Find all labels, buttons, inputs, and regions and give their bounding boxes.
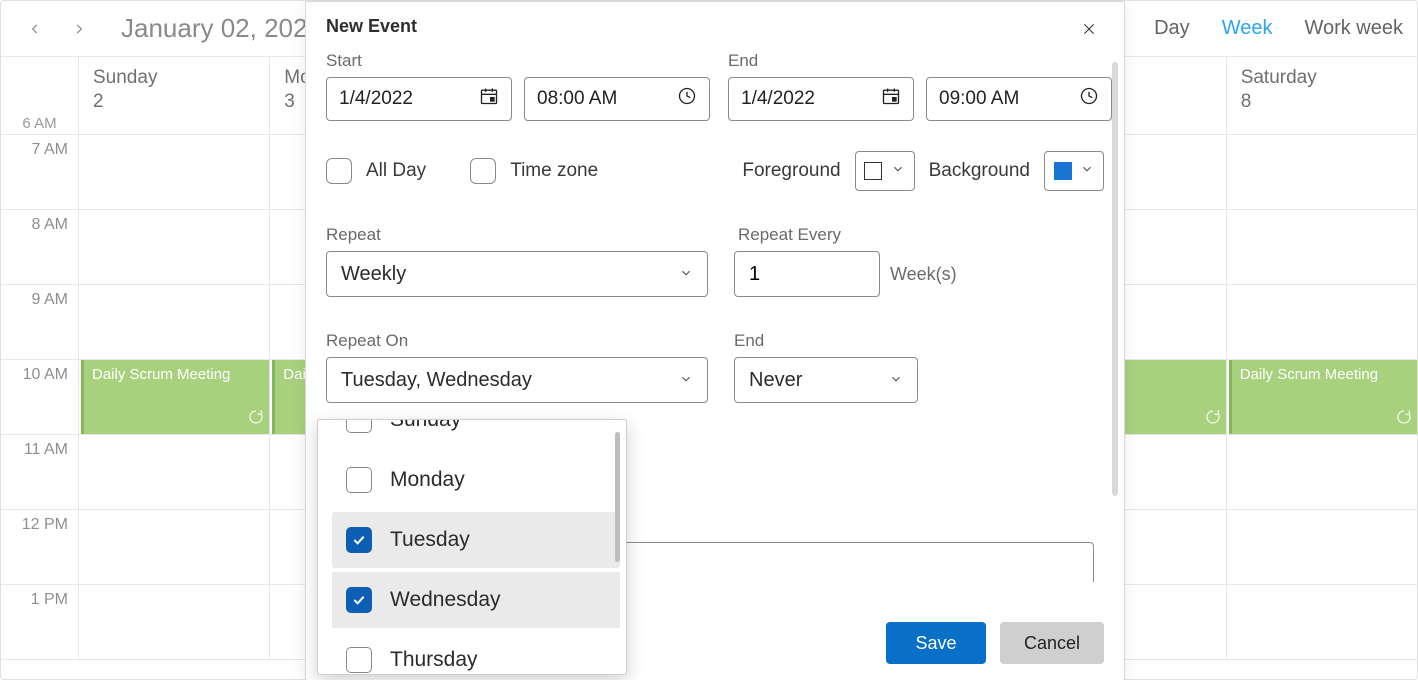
repeat-on-dropdown-panel: Sunday Monday Tuesday Wednesday Thursday	[317, 419, 627, 675]
clock-icon	[1079, 86, 1099, 112]
chevron-down-icon	[679, 263, 693, 286]
modal-scrollbar[interactable]	[1112, 62, 1118, 496]
calendar-icon	[881, 86, 901, 112]
checkbox-checked-icon	[346, 587, 372, 613]
checkbox-icon	[346, 467, 372, 493]
dd-option-monday[interactable]: Monday	[332, 452, 620, 508]
repeat-select[interactable]: Weekly	[326, 251, 708, 297]
repeat-on-label: Repeat On	[326, 331, 708, 351]
dd-option-tuesday[interactable]: Tuesday	[332, 512, 620, 568]
dd-option-thursday[interactable]: Thursday	[332, 632, 620, 675]
repeat-every-label: Repeat Every	[738, 225, 957, 245]
start-time-input[interactable]: 08:00 AM	[524, 77, 710, 121]
repeat-unit-label: Week(s)	[890, 264, 957, 285]
end-option-select[interactable]: Never	[734, 357, 918, 403]
modal-title: New Event	[326, 16, 1104, 37]
start-label: Start	[326, 51, 710, 71]
end-time-input[interactable]: 09:00 AM	[926, 77, 1112, 121]
dd-option-sunday[interactable]: Sunday	[332, 419, 620, 448]
dropdown-scrollbar[interactable]	[615, 432, 620, 562]
end-opt-label: End	[734, 331, 918, 351]
repeat-label: Repeat	[326, 225, 708, 245]
checkbox-icon	[470, 158, 496, 184]
chevron-down-icon	[1080, 160, 1094, 182]
start-date-input[interactable]: 1/4/2022	[326, 77, 512, 121]
calendar-app: January 02, 2022 – January 08, 2022 Mont…	[0, 0, 1418, 680]
dd-option-wednesday[interactable]: Wednesday	[332, 572, 620, 628]
close-icon	[1081, 21, 1097, 37]
checkbox-icon	[346, 419, 372, 433]
cancel-button[interactable]: Cancel	[1000, 622, 1104, 664]
checkbox-icon	[346, 647, 372, 673]
time-zone-checkbox[interactable]: Time zone	[470, 158, 598, 184]
background-label: Background	[929, 160, 1030, 182]
save-button[interactable]: Save	[886, 622, 986, 664]
chevron-down-icon	[679, 369, 693, 392]
repeat-on-select[interactable]: Tuesday, Wednesday	[326, 357, 708, 403]
repeat-every-input[interactable]: 1	[734, 251, 880, 297]
all-day-checkbox[interactable]: All Day	[326, 158, 426, 184]
foreground-dropdown[interactable]	[855, 151, 915, 191]
background-dropdown[interactable]	[1044, 151, 1104, 191]
color-swatch	[1054, 162, 1072, 180]
end-date-input[interactable]: 1/4/2022	[728, 77, 914, 121]
checkbox-icon	[326, 158, 352, 184]
clock-icon	[677, 86, 697, 112]
calendar-icon	[479, 86, 499, 112]
close-button[interactable]	[1072, 12, 1106, 46]
checkbox-checked-icon	[346, 527, 372, 553]
chevron-down-icon	[889, 369, 903, 392]
chevron-down-icon	[891, 160, 905, 182]
color-swatch	[864, 162, 882, 180]
foreground-label: Foreground	[742, 160, 840, 182]
end-label: End	[728, 51, 1112, 71]
